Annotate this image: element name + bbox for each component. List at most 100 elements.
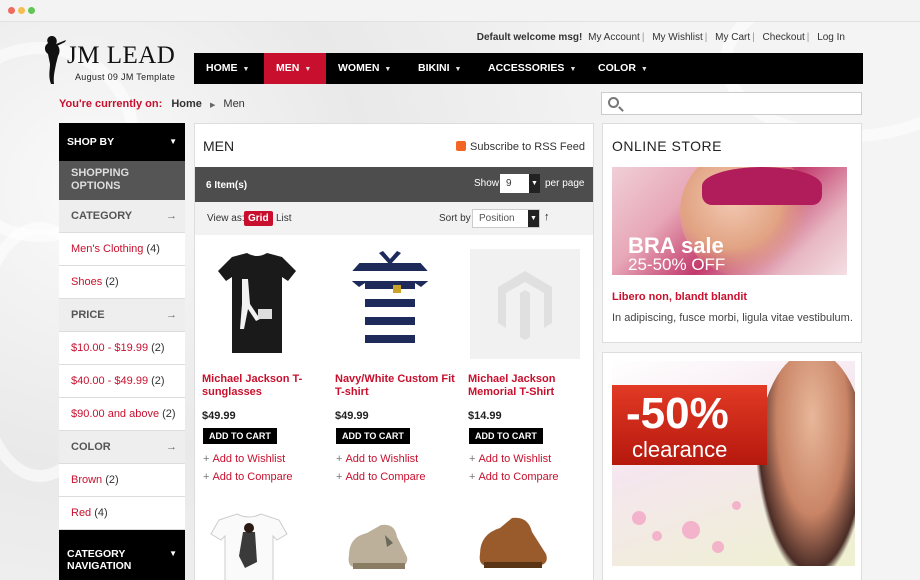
plus-icon: +	[203, 471, 210, 483]
logo-title: JM LEAD	[67, 42, 176, 69]
my-wishlist-link[interactable]: My Wishlist	[652, 32, 703, 43]
price-section[interactable]: PRICE →	[59, 299, 185, 332]
banner-subline: 25-50% OFF	[628, 255, 726, 274]
nav-item-accessories[interactable]: ACCESSORIES ▼	[476, 53, 586, 84]
product-price: $49.99	[202, 410, 236, 422]
filter-color-red[interactable]: Red (4)	[59, 497, 185, 530]
shopping-options-header: SHOPPING OPTIONS	[59, 161, 185, 200]
search-icon[interactable]	[608, 97, 619, 108]
breadcrumb-current: Men	[223, 98, 245, 110]
product-price: $14.99	[468, 410, 502, 422]
category-section[interactable]: CATEGORY →	[59, 200, 185, 233]
dancer-silhouette-icon	[44, 36, 66, 84]
online-store-box: ONLINE STORE BRA sale 25-50% OFF Libero …	[602, 123, 862, 343]
page: JM LEAD August 09 JM Template Default we…	[0, 22, 920, 580]
view-bar: View as: Grid List Sort by Position ▼ ↑	[195, 202, 593, 235]
add-to-compare-link[interactable]: + Add to Compare	[469, 471, 559, 483]
chevron-down-icon: ▼	[528, 210, 539, 227]
nav-item-women[interactable]: WOMEN ▼	[326, 53, 406, 84]
sort-by-select[interactable]: Position ▼	[472, 209, 540, 228]
my-cart-link[interactable]: My Cart	[715, 32, 750, 43]
arrow-right-icon: →	[166, 441, 177, 453]
search-input[interactable]	[601, 92, 862, 115]
per-page-select[interactable]: 9 ▼	[500, 174, 540, 193]
plus-icon: +	[469, 471, 476, 483]
close-dot-icon[interactable]	[8, 7, 15, 14]
add-to-cart-button[interactable]: ADD TO CART	[203, 428, 277, 444]
product-image[interactable]	[343, 519, 413, 579]
nav-item-color[interactable]: COLOR ▼	[586, 53, 656, 84]
chevron-down-icon: ▼	[454, 66, 462, 73]
add-to-wishlist-link[interactable]: + Add to Wishlist	[469, 453, 551, 465]
nav-item-bikini[interactable]: BIKINI ▼	[406, 53, 476, 84]
chevron-down-icon: ▼	[242, 66, 250, 73]
discount-text: -50%	[626, 389, 729, 438]
show-label: Show	[474, 178, 500, 189]
minimize-dot-icon[interactable]	[18, 7, 25, 14]
browser-chrome	[0, 0, 920, 22]
product-placeholder-image[interactable]	[468, 249, 582, 359]
rss-link[interactable]: Subscribe to RSS Feed	[456, 141, 585, 153]
logo[interactable]: JM LEAD August 09 JM Template	[38, 34, 183, 86]
shop-by-header[interactable]: SHOP BY ▼	[59, 123, 185, 161]
filter-price-40-49[interactable]: $40.00 - $49.99 (2)	[59, 365, 185, 398]
sort-direction-icon[interactable]: ↑	[544, 211, 550, 223]
welcome-message: Default welcome msg!	[476, 32, 583, 43]
chevron-down-icon: ▼	[169, 549, 177, 558]
product-image[interactable]	[202, 249, 312, 359]
category-navigation-header[interactable]: CATEGORY NAVIGATION ▼	[59, 530, 185, 580]
add-to-wishlist-link[interactable]: + Add to Wishlist	[336, 453, 418, 465]
arrow-right-icon: →	[166, 210, 177, 222]
filter-price-90-above[interactable]: $90.00 and above (2)	[59, 398, 185, 431]
product-price: $49.99	[335, 410, 369, 422]
toolbar: 6 Item(s) Show 9 ▼ per page	[195, 167, 593, 202]
my-account-link[interactable]: My Account	[588, 32, 640, 43]
sidebar: SHOP BY ▼ SHOPPING OPTIONS CATEGORY → Men'…	[59, 123, 185, 580]
main-nav: HOME ▼ MEN ▼ WOMEN ▼ BIKINI ▼ ACCESSORIES ▼ C…	[194, 53, 863, 84]
clearance-banner[interactable]: -50% clearance	[612, 361, 855, 566]
add-to-cart-button[interactable]: ADD TO CART	[336, 428, 410, 444]
breadcrumb-label: You're currently on:	[59, 98, 163, 110]
filter-color-brown[interactable]: Brown (2)	[59, 464, 185, 497]
bra-sale-banner[interactable]: BRA sale 25-50% OFF	[612, 167, 847, 275]
grid-view-button[interactable]: Grid	[244, 211, 273, 226]
promo-description: In adipiscing, fusce morbi, ligula vitae…	[612, 312, 853, 324]
chevron-down-icon: ▼	[640, 66, 648, 73]
chevron-down-icon: ▼	[304, 66, 312, 73]
page-title: MEN	[203, 138, 235, 154]
product-name[interactable]: Michael Jackson T-sunglasses	[202, 373, 322, 399]
filter-shoes[interactable]: Shoes (2)	[59, 266, 185, 299]
online-store-title: ONLINE STORE	[612, 138, 722, 154]
clearance-text: clearance	[632, 437, 728, 462]
arrow-right-icon: →	[166, 309, 177, 321]
breadcrumb-home[interactable]: Home	[171, 98, 202, 110]
nav-item-men[interactable]: MEN ▼	[264, 53, 326, 84]
nav-item-home[interactable]: HOME ▼	[194, 53, 264, 84]
chevron-down-icon: ▼	[569, 66, 577, 73]
color-section[interactable]: COLOR →	[59, 431, 185, 464]
filter-price-10-19[interactable]: $10.00 - $19.99 (2)	[59, 332, 185, 365]
add-to-cart-button[interactable]: ADD TO CART	[469, 428, 543, 444]
view-as-label: View as:	[207, 213, 245, 224]
log-in-link[interactable]: Log In	[817, 32, 845, 43]
product-image[interactable]	[335, 249, 445, 359]
product-name[interactable]: Michael Jackson Memorial T-Shirt	[468, 373, 588, 399]
sort-by-label: Sort by	[439, 213, 471, 224]
add-to-compare-link[interactable]: + Add to Compare	[336, 471, 426, 483]
checkout-link[interactable]: Checkout	[763, 32, 805, 43]
add-to-wishlist-link[interactable]: + Add to Wishlist	[203, 453, 285, 465]
maximize-dot-icon[interactable]	[28, 7, 35, 14]
product-image[interactable]	[476, 514, 552, 578]
product-card: Navy/White Custom Fit T-shirt $49.99 ADD…	[335, 249, 455, 499]
breadcrumb: You're currently on: Home ▶ Men	[59, 98, 245, 110]
product-image[interactable]	[209, 512, 289, 580]
filter-mens-clothing[interactable]: Men's Clothing (4)	[59, 233, 185, 266]
product-listing: MEN Subscribe to RSS Feed 6 Item(s) Show…	[194, 123, 594, 580]
clearance-box: -50% clearance	[602, 352, 862, 580]
list-view-button[interactable]: List	[276, 213, 292, 224]
plus-icon: +	[203, 453, 210, 465]
promo-link[interactable]: Libero non, blandt blandit	[612, 291, 747, 303]
product-name[interactable]: Navy/White Custom Fit T-shirt	[335, 373, 455, 399]
add-to-compare-link[interactable]: + Add to Compare	[203, 471, 293, 483]
rss-icon	[456, 141, 467, 151]
